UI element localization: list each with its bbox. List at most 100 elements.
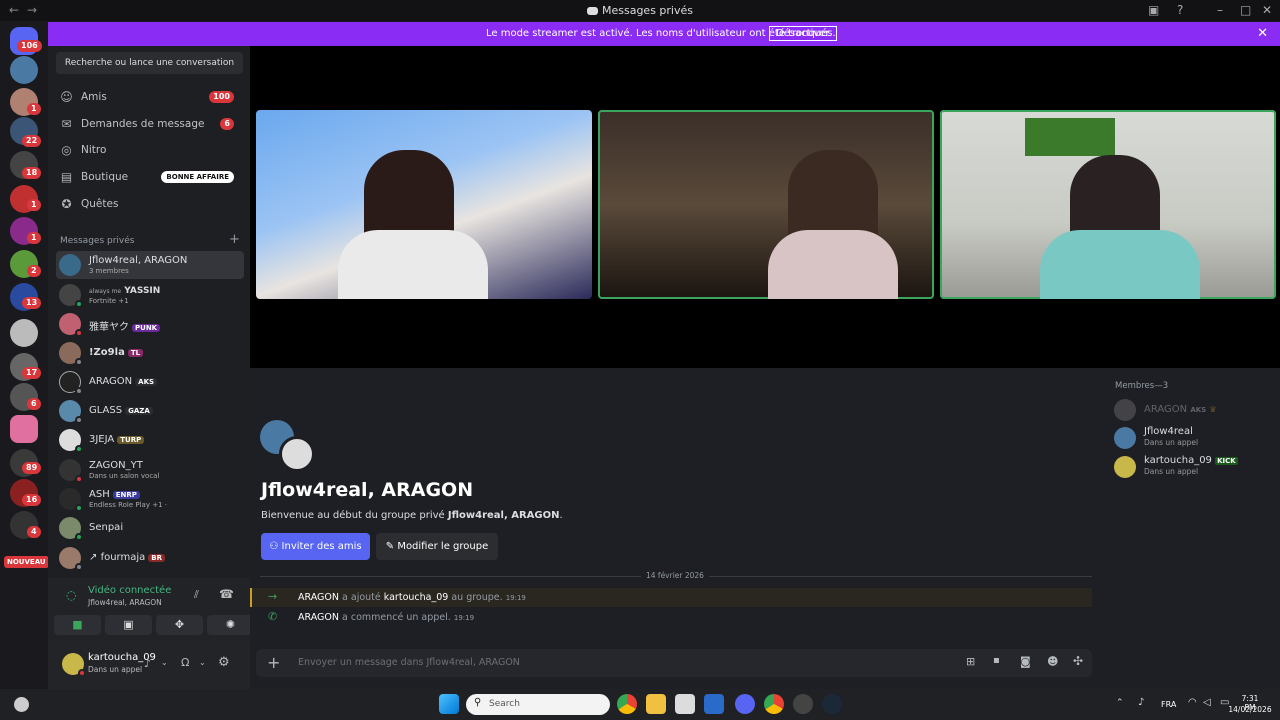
dm-section-header: Messages privés [60, 236, 135, 246]
voice-connection-panel: ◌ Vidéo connectée Jflow4real, ARAGON ⫽ ☎… [48, 578, 254, 642]
server-icon[interactable] [10, 319, 38, 347]
screen-share-icon: ▣ [123, 618, 134, 631]
status-dot [75, 329, 83, 337]
disable-streamer-button[interactable]: Désactiver [769, 26, 837, 41]
arrow-right-icon: → [268, 590, 278, 603]
help-icon[interactable]: ? [1177, 3, 1183, 17]
chrome-icon[interactable] [764, 694, 784, 714]
streamer-mode-banner: Le mode streamer est activé. Les noms d'… [48, 22, 1280, 46]
dm-item[interactable]: ↗ fourmaja BR [56, 544, 244, 572]
language-indicator[interactable]: FRA [1161, 700, 1176, 709]
video-tile-kartoucha[interactable] [940, 110, 1276, 299]
dm-item[interactable]: !Zo9la TL [56, 339, 244, 367]
avatar [59, 254, 81, 276]
minimize-icon[interactable]: – [1217, 3, 1223, 17]
activities-button[interactable]: ✥ [156, 615, 203, 635]
signal-icon: ◌ [66, 588, 77, 602]
screen-share-button[interactable]: ▣ [105, 615, 152, 635]
server-badge: 22 [22, 135, 42, 147]
camera-button[interactable]: ■ [54, 615, 101, 635]
os-taskbar: ⚲ Search ⌃ ♪ FRA ◠ ◁ ▭ 7:31 PM 14/02/202… [0, 689, 1280, 720]
microphone-icon[interactable]: ♪ [1138, 697, 1144, 708]
emoji-icon[interactable]: ☻ [1047, 655, 1058, 668]
gear-icon[interactable]: ⚙ [218, 655, 230, 670]
disconnect-icon[interactable]: ☎ [219, 587, 234, 601]
video-tile-jflow4real[interactable] [256, 110, 592, 299]
search-icon: ⚲ [474, 697, 482, 708]
add-user-icon: ⚇ [269, 541, 282, 552]
status-dot [75, 504, 83, 512]
close-banner-icon[interactable]: ✕ [1257, 26, 1268, 41]
chrome-icon[interactable] [617, 694, 637, 714]
dm-item[interactable]: 3JEJA TURP [56, 426, 244, 454]
noise-suppression-icon[interactable]: ⫽ [194, 588, 199, 602]
wall-sign [1025, 118, 1115, 156]
phone-icon: ✆ [268, 610, 278, 623]
clock-date[interactable]: 14/02/2026 [1225, 705, 1275, 714]
server-icon[interactable] [10, 415, 38, 443]
avatar [1114, 399, 1136, 421]
search-conversation-button[interactable]: Recherche ou lance une conversation [56, 52, 243, 74]
new-badge[interactable]: NOUVEAU [4, 556, 49, 568]
maximize-icon[interactable]: □ [1240, 3, 1251, 17]
widgets-icon[interactable] [14, 697, 29, 712]
message-composer[interactable]: + Envoyer un message dans Jflow4real, AR… [256, 649, 1092, 677]
message-input[interactable]: Envoyer un message dans Jflow4real, ARAG… [298, 657, 520, 668]
start-windows-icon[interactable] [439, 694, 459, 714]
discord-icon[interactable] [735, 694, 755, 714]
attach-plus-icon[interactable]: + [267, 653, 280, 672]
nav-nitro[interactable]: ◎ Nitro [56, 138, 244, 162]
video-tile-aragon[interactable] [598, 110, 934, 299]
dm-item[interactable]: Senpai [56, 514, 244, 542]
create-dm-plus-icon[interactable]: + [229, 232, 240, 247]
microphone-icon[interactable]: ♪ [144, 657, 151, 670]
steam-icon[interactable] [822, 694, 842, 714]
volume-icon[interactable]: ◁ [1203, 697, 1211, 708]
server-badge: 16 [22, 494, 42, 506]
store-icon[interactable] [675, 694, 695, 714]
date-label: 14 février 2026 [641, 571, 709, 580]
voice-channel[interactable]: Jflow4real, ARAGON [88, 598, 162, 607]
chevron-down-icon[interactable]: ⌄ [199, 658, 206, 667]
inbox-icon[interactable]: ▣ [1148, 3, 1159, 17]
taskbar-search[interactable]: ⚲ Search [466, 694, 610, 715]
member-item-offline[interactable]: ARAGON AKS ♛ [1114, 398, 1274, 424]
app-icon[interactable] [704, 694, 724, 714]
file-explorer-icon[interactable] [646, 694, 666, 714]
dm-item[interactable]: always me YASSIN Fortnite +1 [56, 281, 244, 309]
dm-item[interactable]: ASH ENRP Endless Role Play +1 · [56, 485, 244, 513]
dm-item[interactable]: ARAGON AKS [56, 368, 244, 396]
sticker-icon[interactable]: ◙ [1020, 655, 1031, 668]
status-dot [75, 416, 83, 424]
quests-icon: ✪ [61, 197, 72, 211]
dm-item[interactable]: GLASS GAZA [56, 397, 244, 425]
dm-item-group[interactable]: Jflow4real, ARAGON 3 membres [56, 251, 244, 279]
nav-friends[interactable]: ☺ Amis 100 [56, 85, 244, 109]
edit-group-button[interactable]: ✎ Modifier le groupe [376, 533, 498, 560]
apps-icon[interactable]: ✣ [1073, 654, 1083, 668]
system-message-added: → ARAGON a ajouté kartoucha_09 au groupe… [250, 588, 1092, 607]
headphones-icon[interactable]: Ω [181, 656, 189, 669]
nav-message-requests[interactable]: ✉ Demandes de message 6 [56, 112, 244, 136]
chevron-down-icon[interactable]: ⌄ [161, 658, 168, 667]
server-badge: 13 [22, 297, 42, 309]
server-icon[interactable] [10, 56, 38, 84]
dm-item[interactable]: 雅華ヤク PUNK [56, 310, 244, 338]
avatar [1114, 456, 1136, 478]
soundboard-button[interactable]: ✺ [207, 615, 254, 635]
close-window-icon[interactable]: ✕ [1262, 3, 1272, 17]
member-item[interactable]: kartoucha_09 KICK Dans un appel [1114, 455, 1274, 481]
dm-item[interactable]: ZAGON_YT Dans un salon vocal [56, 456, 244, 484]
app-icon[interactable] [793, 694, 813, 714]
gift-icon[interactable]: ⊞ [966, 655, 975, 668]
gif-icon[interactable]: ▪ [993, 655, 1000, 666]
status-dot [75, 533, 83, 541]
member-item[interactable]: Jflow4real Dans un appel [1114, 426, 1274, 452]
invite-friends-button[interactable]: ⚇ Inviter des amis [261, 533, 370, 560]
nav-shop[interactable]: ▤ Boutique BONNE AFFAIRE [56, 165, 244, 189]
chevron-up-icon[interactable]: ⌃ [1116, 698, 1124, 708]
server-badge: 17 [22, 367, 42, 379]
wifi-icon[interactable]: ◠ [1188, 697, 1197, 708]
nav-quests[interactable]: ✪ Quêtes [56, 192, 244, 216]
title-bar: ← → Messages privés ▣ ? – □ ✕ [0, 0, 1280, 21]
